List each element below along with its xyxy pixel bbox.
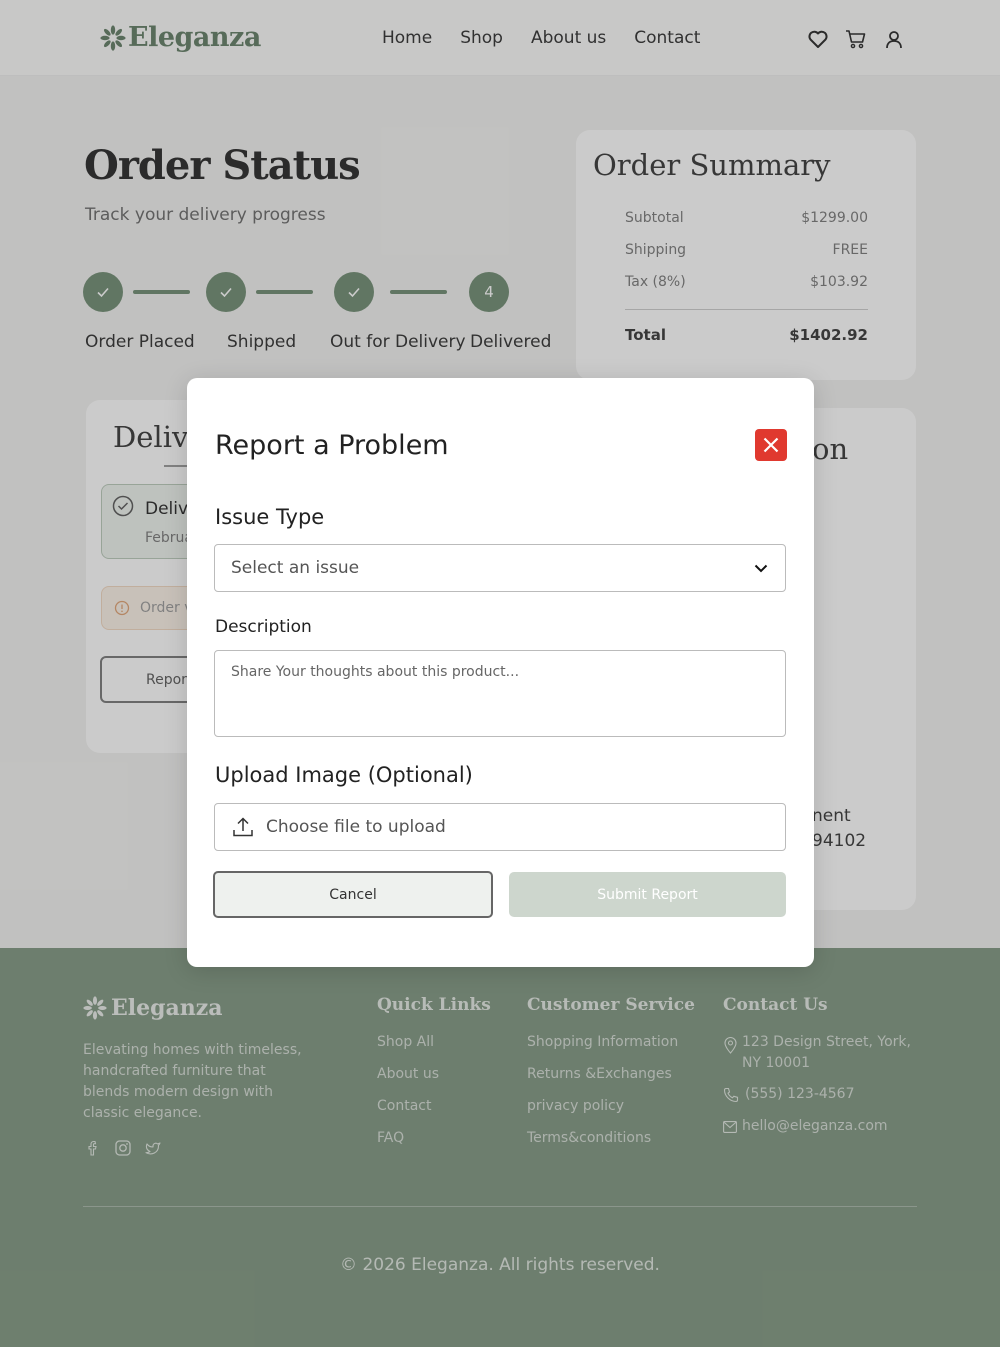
issue-type-value: Select an issue (231, 558, 360, 578)
description-label: Description (215, 617, 312, 637)
chevron-down-icon (754, 564, 768, 573)
upload-text: Choose file to upload (266, 817, 446, 837)
report-problem-modal: Report a Problem Issue Type Select an is… (187, 378, 814, 967)
modal-title: Report a Problem (215, 430, 449, 461)
submit-report-button[interactable]: Submit Report (509, 872, 786, 917)
close-icon (763, 437, 779, 453)
cancel-button[interactable]: Cancel (213, 871, 493, 918)
issue-type-label: Issue Type (215, 505, 325, 529)
upload-label: Upload Image (Optional) (215, 763, 473, 787)
file-upload-field[interactable]: Choose file to upload (214, 803, 786, 851)
issue-type-select[interactable]: Select an issue (214, 544, 786, 592)
close-button[interactable] (755, 429, 787, 461)
description-textarea[interactable]: Share Your thoughts about this product..… (214, 650, 786, 737)
upload-icon (233, 817, 253, 837)
